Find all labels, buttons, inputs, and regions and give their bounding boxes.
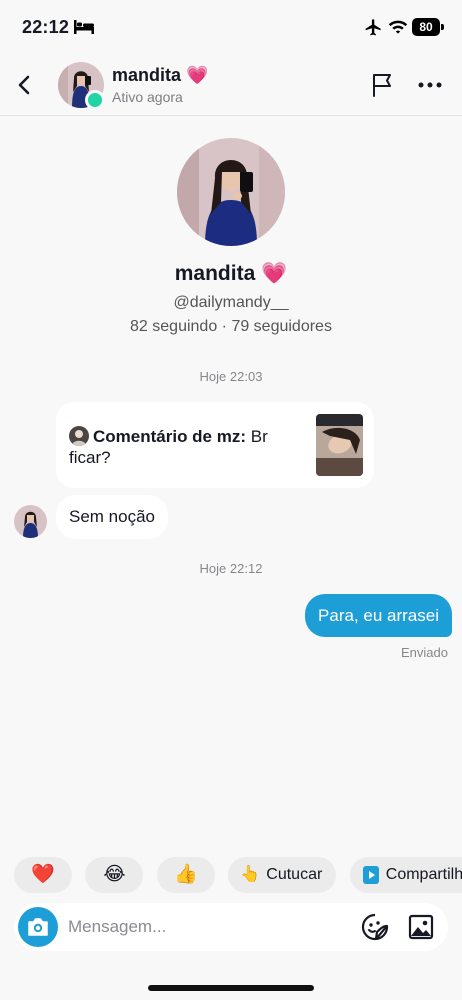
- sticker-emoji-icon[interactable]: [361, 913, 389, 941]
- camera-icon: [28, 918, 48, 936]
- header-username[interactable]: mandita 💗: [112, 65, 208, 86]
- video-thumbnail[interactable]: [316, 414, 363, 476]
- message-timestamp: Hoje 22:03: [199, 369, 263, 384]
- shared-comment-card[interactable]: Comentário de mz: Br ficar?: [56, 402, 374, 488]
- shared-comment-text: Comentário de mz: Br ficar?: [69, 426, 299, 468]
- profile-follow-stats: 82 seguindo · 79 seguidores: [130, 318, 332, 335]
- image-gallery-icon[interactable]: [407, 913, 435, 941]
- message-composer[interactable]: Mensagem...: [14, 903, 448, 951]
- chat-header: mandita 💗 Ativo agora: [0, 56, 462, 116]
- back-arrow-icon[interactable]: [12, 72, 38, 98]
- message-input[interactable]: Mensagem...: [68, 917, 166, 937]
- camera-button[interactable]: [18, 907, 58, 947]
- wifi-icon: [388, 20, 408, 34]
- status-bar: 22:12 80: [0, 0, 462, 56]
- profile-avatar[interactable]: [177, 138, 285, 246]
- profile-summary: mandita 💗 @dailymandy__ 82 seguindo · 79…: [0, 138, 462, 336]
- thumbs-up-reaction-chip[interactable]: 👍: [156, 857, 215, 893]
- more-options-icon[interactable]: [417, 72, 443, 98]
- heart-reaction-chip[interactable]: ❤️: [14, 857, 72, 893]
- message-timestamp: Hoje 22:12: [199, 561, 263, 576]
- share-label: Compartilhar: [385, 866, 462, 883]
- battery-indicator: 80: [412, 18, 444, 36]
- status-time: 22:12: [22, 17, 70, 37]
- received-message-bubble[interactable]: Sem noção: [56, 495, 168, 539]
- poke-chip[interactable]: 👆 Cutucar: [228, 857, 337, 893]
- profile-display-name: mandita 💗: [174, 262, 288, 285]
- share-play-icon: [362, 865, 379, 884]
- share-chip[interactable]: Compartilhar: [349, 857, 462, 893]
- online-status-dot: [85, 90, 105, 110]
- pointing-hand-icon: 👆: [240, 866, 261, 883]
- airplane-mode-icon: [365, 19, 381, 36]
- flag-report-icon[interactable]: [369, 72, 395, 98]
- header-activity-status: Ativo agora: [112, 89, 183, 105]
- battery-level: 80: [412, 18, 440, 36]
- sender-avatar[interactable]: [14, 505, 47, 538]
- home-indicator: [148, 985, 314, 991]
- comment-author-label: Comentário de mz:: [93, 427, 247, 446]
- laugh-reaction-chip[interactable]: 😂: [85, 857, 144, 893]
- sent-message-bubble[interactable]: Para, eu arrasei: [305, 594, 452, 637]
- quick-reactions-bar: ❤️ 😂 👍 👆 Cutucar Compartilhar: [14, 857, 462, 893]
- poke-label: Cutucar: [266, 866, 323, 884]
- message-delivery-status: Enviado: [401, 645, 448, 660]
- sleep-focus-icon: [74, 20, 94, 34]
- profile-handle: @dailymandy__: [173, 294, 289, 311]
